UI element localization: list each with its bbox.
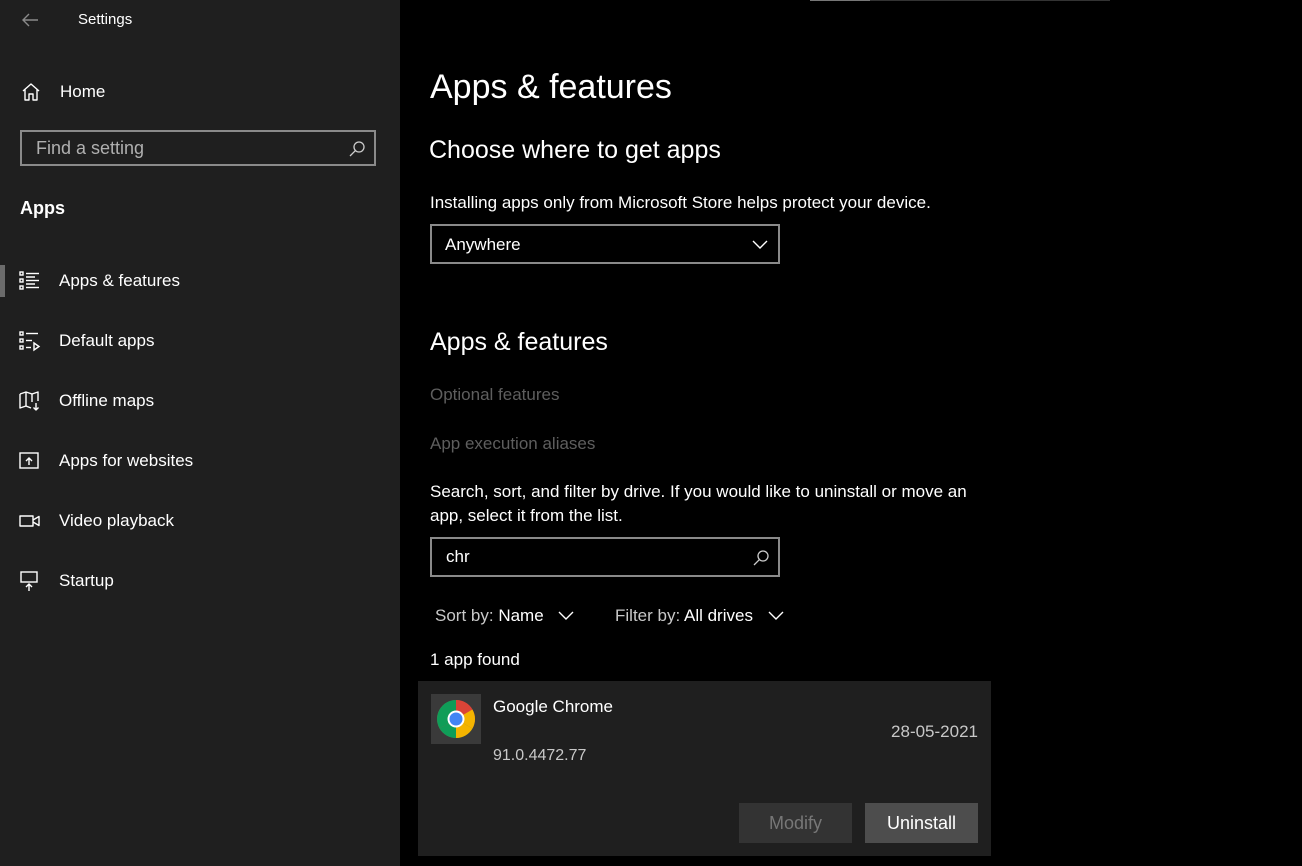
sidebar-item-label: Video playback [59,511,174,530]
back-arrow-icon [22,13,38,27]
app-list-item[interactable]: Google Chrome 91.0.4472.77 28-05-2021 Mo… [418,681,991,856]
apps-features-heading: Apps & features [430,328,608,356]
title-bar: Settings [0,0,400,40]
choose-apps-description: Installing apps only from Microsoft Stor… [430,193,931,212]
app-list-search [430,537,780,577]
apps-websites-icon [18,449,42,473]
sidebar-item-label: Startup [59,571,114,590]
filter-label: Filter by: [615,606,681,625]
chevron-down-icon [752,236,768,252]
sidebar-item-offline-maps[interactable]: Offline maps [0,379,400,423]
window-title: Settings [78,11,133,28]
sort-label: Sort by: [435,606,494,625]
sidebar-item-default-apps[interactable]: Default apps [0,319,400,363]
choose-apps-heading: Choose where to get apps [429,136,721,164]
sidebar-item-home[interactable]: Home [0,72,400,112]
apps-features-icon [18,269,42,293]
main-content: Apps & features Choose where to get apps… [400,0,1302,866]
home-icon [20,81,42,103]
find-setting-input[interactable] [22,132,356,164]
app-execution-aliases-link[interactable]: App execution aliases [430,434,595,454]
sidebar-item-apps-features[interactable]: Apps & features [0,259,400,303]
app-search-input[interactable] [432,539,746,575]
sidebar-item-label: Default apps [59,331,155,350]
default-apps-icon [18,329,42,353]
app-name: Google Chrome [493,697,614,716]
horizontal-scrollbar[interactable] [810,0,1110,1]
scrollbar-thumb[interactable] [810,0,870,1]
sidebar-item-label: Offline maps [59,391,155,410]
sidebar: Settings Home Apps [0,0,400,866]
uninstall-button[interactable]: Uninstall [865,803,978,843]
chrome-icon [431,694,481,744]
sidebar-item-apps-for-websites[interactable]: Apps for websites [0,439,400,483]
app-version: 91.0.4472.77 [493,747,587,764]
app-install-date: 28-05-2021 [891,722,978,741]
sidebar-item-startup[interactable]: Startup [0,559,400,603]
filter-description: Search, sort, and filter by drive. If yo… [430,482,967,525]
find-setting-search [20,130,376,166]
sidebar-item-label: Home [60,82,106,101]
sidebar-item-label: Apps & features [59,271,180,290]
sidebar-item-label: Apps for websites [59,451,194,470]
back-button[interactable] [18,8,42,32]
search-icon[interactable] [752,549,770,567]
sidebar-item-video-playback[interactable]: Video playback [0,499,400,543]
page-title: Apps & features [430,68,672,106]
sort-value: Name [498,606,544,625]
filter-value: All drives [683,606,753,625]
optional-features-link[interactable]: Optional features [430,385,559,405]
dropdown-selected-value: Anywhere [445,235,521,254]
modify-button[interactable]: Modify [739,803,852,843]
chevron-down-icon [558,607,574,623]
app-source-dropdown[interactable]: Anywhere [430,224,780,264]
startup-icon [18,569,42,593]
selection-indicator [0,265,5,297]
sort-by-dropdown[interactable]: Sort by: Name [435,606,574,630]
results-count: 1 app found [430,650,520,669]
search-icon[interactable] [348,140,366,158]
chevron-down-icon [768,607,784,623]
filter-by-dropdown[interactable]: Filter by: All drives [615,606,784,630]
offline-maps-icon [18,389,42,413]
video-playback-icon [18,509,42,533]
sidebar-section-label: Apps [20,198,65,218]
